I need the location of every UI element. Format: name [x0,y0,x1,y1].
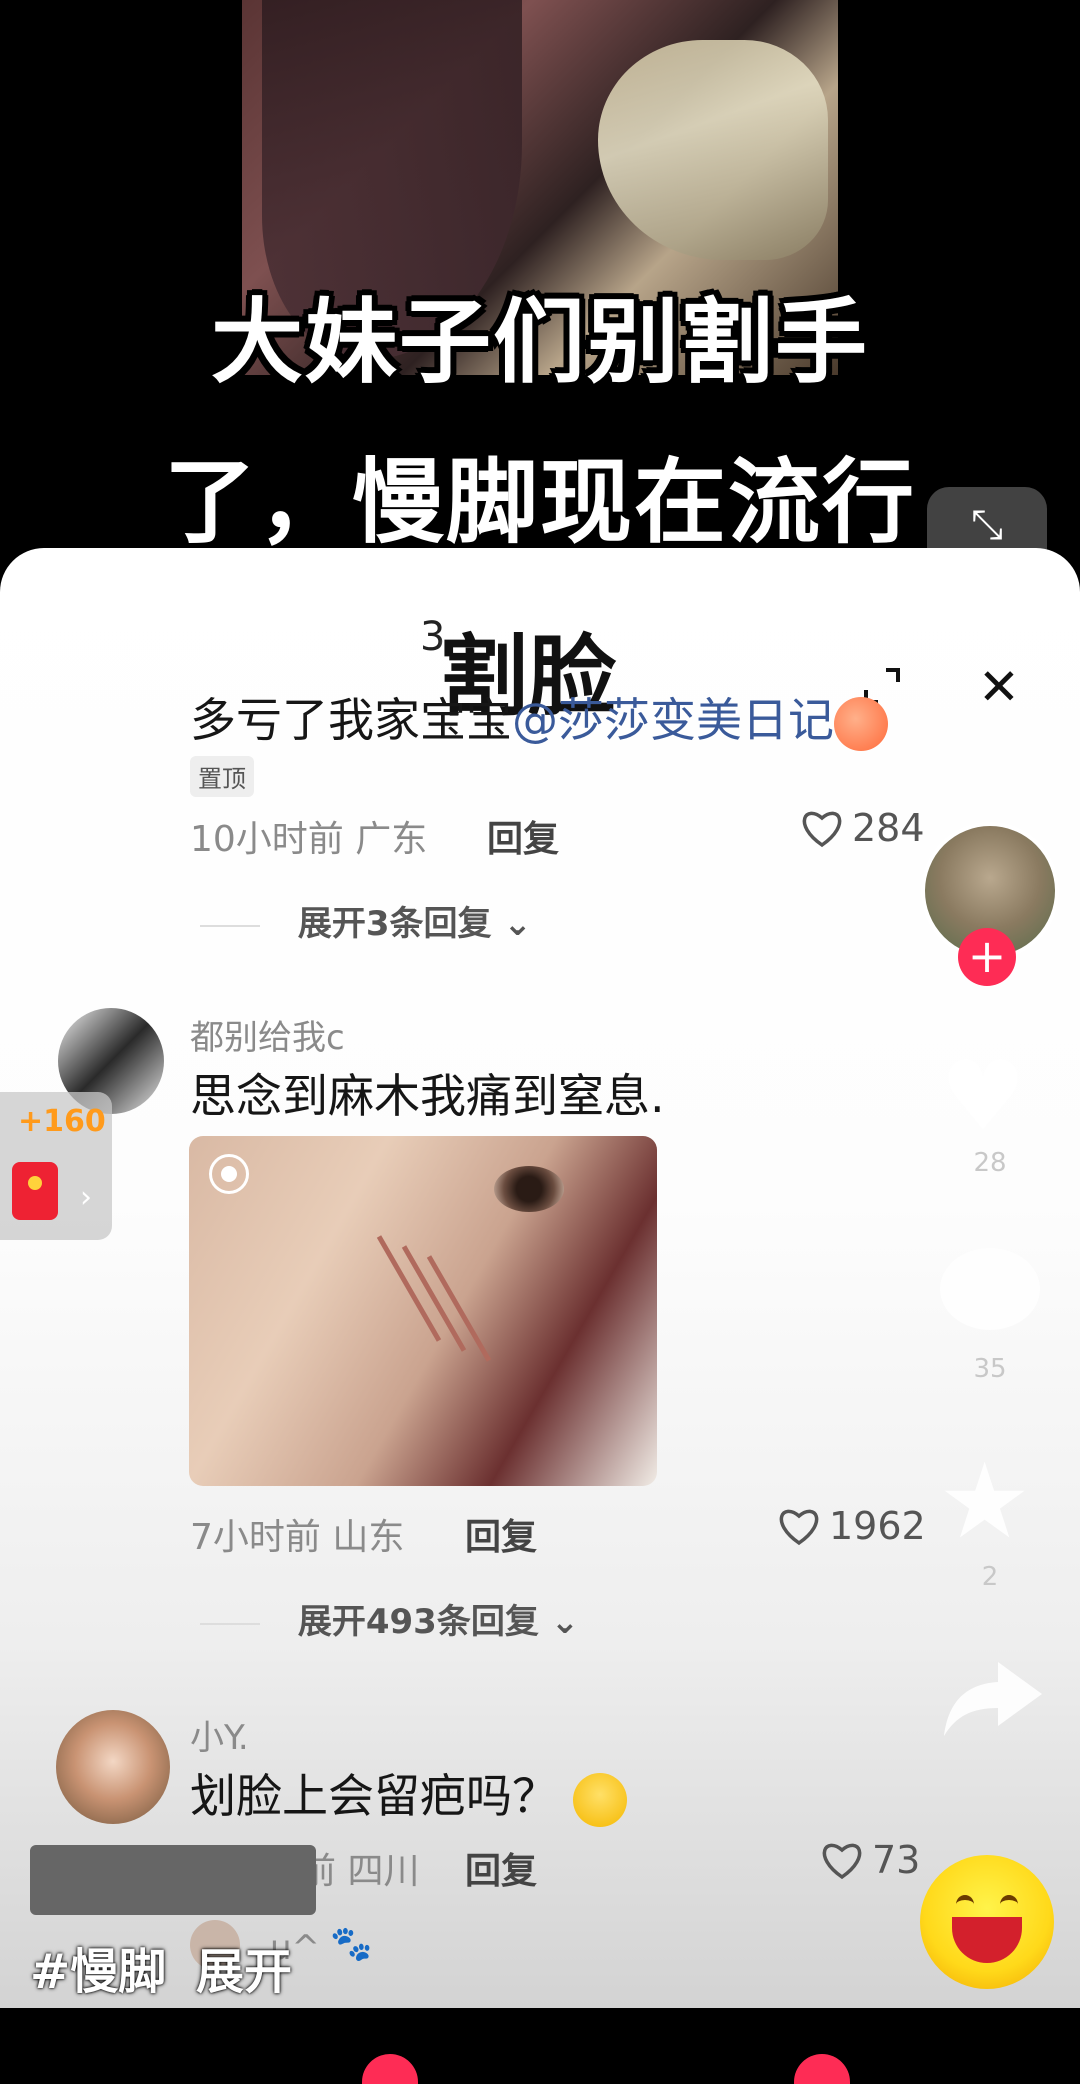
comments-header: 3 割脸 ✕ [0,606,1080,728]
comment-2-expand-replies[interactable]: 展开493条回复 ⌄ [200,1594,579,1643]
comment-3-username[interactable]: 小Y. [190,1710,249,1759]
favorite-star-icon[interactable]: ★ [938,1440,1031,1562]
like-heart-icon[interactable]: ♥ [940,1040,1026,1152]
comment-1-reply-button[interactable]: 回复 [487,810,559,862]
comment-3-like-count: 73 [872,1838,921,1882]
comment-2-username[interactable]: 都别给我c [190,1010,345,1059]
comment-3-text: 划脸上会留疤吗？ [190,1769,558,1823]
peach-emoji-icon [834,696,888,751]
emoji-mouth [952,1917,1022,1963]
red-packet-bonus: +160 [18,1104,106,1139]
comment-3-like-button[interactable]: 73 [820,1838,920,1882]
comment-2-time-location: 7小时前 山东 [190,1517,405,1558]
comment-bubble-icon[interactable] [940,1248,1040,1330]
nav-tab-indicator-right[interactable] [794,2054,850,2084]
collapse-arrows-icon: ⤡ [971,502,1003,548]
comment-3-reply-button[interactable]: 回复 [465,1842,537,1894]
comment-1-time-location: 10小时前 广东 [190,819,428,860]
follow-plus-button[interactable]: + [958,928,1016,986]
image-eye-shape [494,1166,564,1212]
comment-2-reply-button[interactable]: 回复 [465,1508,537,1560]
bottom-nav-bar [0,2008,1080,2084]
hashtag-label[interactable]: #慢脚 [30,1932,166,2002]
chevron-right-icon: › [80,1180,92,1215]
comment-3-time-location: 前 四川 [300,1851,420,1892]
close-icon[interactable]: ✕ [978,658,1020,716]
chevron-down-icon: ⌄ [550,1602,580,1642]
laughing-emoji-icon[interactable] [920,1855,1054,1989]
video-caption-line1: 大妹子们别割手 [210,289,869,396]
comments-sheet: 3 割脸 ✕ 多亏了我家宝宝@莎莎变美日记 置顶 10小时前 广东 回复 284… [0,548,1080,2008]
comment-2-expand-label: 展开493条回复 [297,1602,539,1642]
live-photo-icon [209,1154,249,1194]
red-packet-widget[interactable]: +160 › [0,1092,112,1240]
video-caption-line2: 了，慢脚现在流行 [163,449,916,556]
comment-3-avatar[interactable] [56,1710,170,1824]
comment-2-like-count: 1962 [829,1504,926,1548]
comment-1-expand-label: 展开3条回复 [297,904,492,944]
comment-1-like-count: 284 [852,806,925,850]
like-count: 28 [973,1148,1007,1178]
comment-1-like-button[interactable]: 284 [800,806,925,850]
comment-1-mention[interactable]: @莎莎变美日记 [512,693,834,747]
emoji-eye-right [1000,1895,1018,1914]
pinned-badge: 置顶 [190,756,254,797]
comment-3-text-wrap: 划脸上会留疤吗？ [190,1760,627,1827]
video-zipper-shape [598,40,828,260]
comment-1-prefix: 多亏了我家宝宝 [190,693,512,747]
crying-emoji-icon [572,1772,627,1827]
comment-2-like-button[interactable]: 1962 [777,1504,926,1548]
comment-1-expand-replies[interactable]: 展开3条回复 ⌄ [200,896,532,945]
heart-icon [822,1843,862,1880]
heart-icon [802,811,842,848]
favorite-count: 2 [981,1562,999,1592]
grey-overlay-box [30,1845,316,1915]
comment-1-text: 多亏了我家宝宝@莎莎变美日记 [190,684,888,751]
paw-icon: 🐾 [330,1924,373,1964]
nav-tab-indicator-left[interactable] [362,2054,418,2084]
share-arrow-icon[interactable] [938,1654,1048,1744]
chevron-down-icon: ⌄ [503,904,532,944]
emoji-eye-left [956,1895,974,1914]
comment-count-rail: 35 [973,1354,1007,1384]
expand-description-button[interactable]: 展开 [196,1932,292,2002]
red-envelope-icon [12,1162,58,1220]
comment-2-image[interactable] [189,1136,657,1486]
heart-icon [779,1509,819,1546]
comment-2-text: 思念到麻木我痛到窒息. [190,1069,665,1123]
